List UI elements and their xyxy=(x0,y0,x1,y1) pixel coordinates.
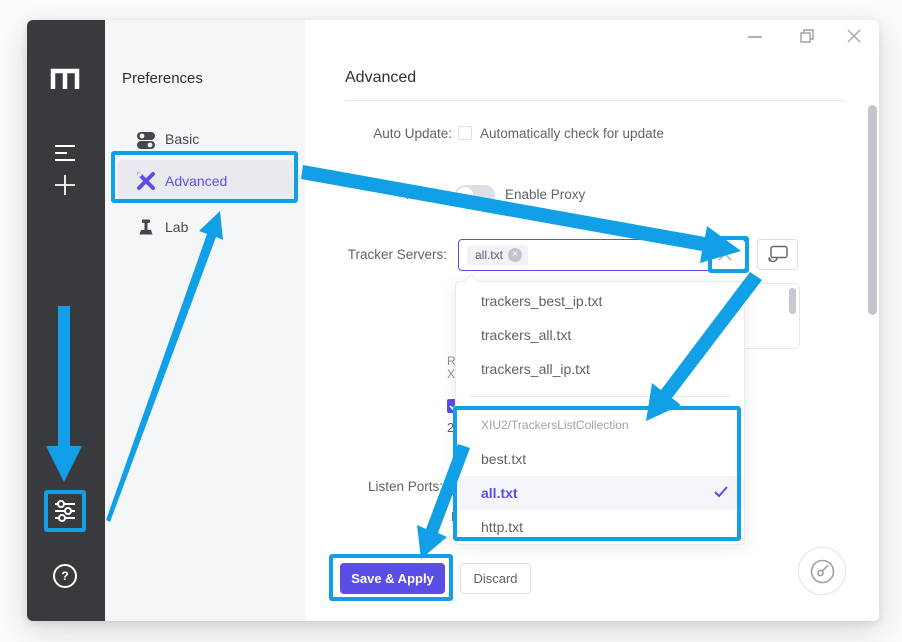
app-sidebar: ? xyxy=(27,20,105,621)
toggle-knob xyxy=(457,187,473,203)
tag-label: all.txt xyxy=(475,248,503,262)
chevron-up-icon[interactable] xyxy=(718,253,732,261)
dropdown-item[interactable]: http.txt xyxy=(456,510,744,544)
lab-icon xyxy=(135,217,157,239)
menu-label-advanced: Advanced xyxy=(165,173,227,189)
preferences-panel: Preferences Basic Advanced xyxy=(105,20,305,621)
main-scrollbar[interactable] xyxy=(868,105,877,315)
task-list-icon[interactable] xyxy=(54,142,76,164)
dropdown-divider xyxy=(470,396,730,397)
title-divider xyxy=(345,100,845,101)
dropdown-group-label: XIU2/TrackersListCollection xyxy=(456,408,744,442)
tracker-dropdown: trackers_best_ip.txt trackers_all.txt tr… xyxy=(455,281,745,545)
motrix-logo-icon xyxy=(49,64,81,91)
menu-label-lab: Lab xyxy=(165,219,188,235)
save-apply-button[interactable]: Save & Apply xyxy=(340,563,445,594)
menu-label-basic: Basic xyxy=(165,131,199,147)
menu-item-advanced[interactable]: Advanced xyxy=(118,160,293,203)
tools-icon xyxy=(135,170,157,192)
preferences-window: ? Preferences Basic Advanced xyxy=(27,20,879,621)
speedometer-icon xyxy=(809,558,836,585)
minimize-button[interactable] xyxy=(748,30,762,44)
add-task-icon[interactable] xyxy=(54,174,76,196)
dropdown-item[interactable]: best.txt xyxy=(456,442,744,476)
listen-ports-label: Listen Ports: xyxy=(313,479,443,494)
help-glyph: ? xyxy=(61,569,68,583)
obscured-text-fragment: 2 xyxy=(447,420,454,435)
auto-update-text: Automatically check for update xyxy=(480,126,664,141)
proxy-toggle[interactable] xyxy=(455,185,495,205)
sync-trackers-button[interactable] xyxy=(757,239,798,270)
preferences-icon[interactable] xyxy=(53,499,77,523)
speed-limit-button[interactable] xyxy=(798,547,846,595)
page-title: Advanced xyxy=(345,69,416,87)
dropdown-item-label: all.txt xyxy=(481,485,518,501)
tracker-servers-label: Tracker Servers: xyxy=(317,247,447,262)
tracker-servers-select[interactable]: all.txt × xyxy=(458,239,746,271)
proxy-text: Enable Proxy xyxy=(505,187,585,202)
dropdown-item[interactable]: trackers_best_ip.txt xyxy=(456,284,744,318)
menu-item-basic[interactable]: Basic xyxy=(118,120,293,160)
selected-tracker-tag: all.txt × xyxy=(467,245,528,265)
proxy-label: Proxy: xyxy=(334,187,444,202)
panel-title: Preferences xyxy=(122,70,203,87)
auto-update-label: Auto Update: xyxy=(342,126,452,141)
check-icon xyxy=(714,486,728,498)
textarea-scrollbar[interactable] xyxy=(789,288,796,314)
discard-button[interactable]: Discard xyxy=(460,563,531,594)
toggles-icon xyxy=(135,129,157,151)
restore-button[interactable] xyxy=(800,29,814,43)
sync-icon xyxy=(767,245,789,264)
menu-item-lab[interactable]: Lab xyxy=(118,208,293,248)
tag-close-icon[interactable]: × xyxy=(508,248,522,262)
dropdown-item-selected[interactable]: all.txt xyxy=(456,476,744,510)
dropdown-item[interactable]: trackers_all.txt xyxy=(456,318,744,352)
dropdown-item[interactable]: trackers_all_ip.txt xyxy=(456,352,744,386)
auto-update-checkbox[interactable] xyxy=(458,126,472,140)
obscured-text-fragment: X xyxy=(447,367,455,381)
help-icon[interactable]: ? xyxy=(53,564,77,588)
close-button[interactable] xyxy=(847,29,861,43)
